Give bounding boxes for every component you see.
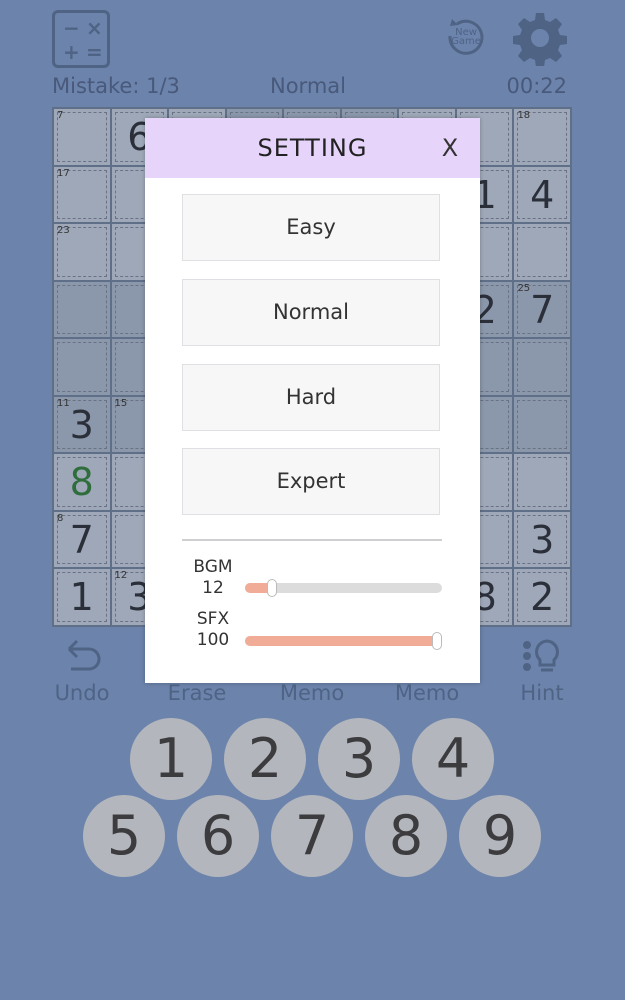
- easy-button[interactable]: Easy: [182, 194, 440, 261]
- number-button-7[interactable]: 7: [271, 795, 353, 877]
- mistake-counter: Mistake: 1/3: [52, 74, 180, 98]
- sfx-label: SFX: [196, 609, 230, 629]
- dialog-title: SETTING: [257, 134, 368, 162]
- number-button-1[interactable]: 1: [130, 718, 212, 800]
- top-bar: − × + = New Game Mistake: 1/3 Normal 00:2…: [0, 0, 625, 105]
- number-button-9[interactable]: 9: [459, 795, 541, 877]
- gear-icon[interactable]: [512, 10, 568, 67]
- dialog-divider: [182, 539, 442, 541]
- dialog-header: SETTING X: [145, 118, 480, 178]
- new-game-icon[interactable]: New Game: [442, 12, 490, 60]
- timer: 00:22: [506, 74, 567, 98]
- number-button-2[interactable]: 2: [224, 718, 306, 800]
- bgm-slider[interactable]: [245, 579, 442, 597]
- normal-button[interactable]: Normal: [182, 279, 440, 346]
- sfx-slider-fill: [245, 636, 437, 646]
- bgm-slider-thumb[interactable]: [267, 579, 278, 597]
- expert-button[interactable]: Expert: [182, 448, 440, 515]
- bgm-label: BGM: [193, 557, 233, 577]
- bgm-value: 12: [202, 578, 224, 598]
- difficulty-label: Normal: [270, 74, 346, 98]
- settings-dialog: SETTING X Easy Normal Hard Expert BGM 12…: [145, 118, 480, 683]
- number-button-8[interactable]: 8: [365, 795, 447, 877]
- sfx-value: 100: [196, 630, 230, 650]
- sfx-slider-thumb[interactable]: [432, 632, 442, 650]
- hard-button[interactable]: Hard: [182, 364, 440, 431]
- number-button-5[interactable]: 5: [83, 795, 165, 877]
- close-button[interactable]: X: [434, 132, 466, 164]
- number-button-6[interactable]: 6: [177, 795, 259, 877]
- number-button-3[interactable]: 3: [318, 718, 400, 800]
- sfx-slider[interactable]: [245, 632, 442, 650]
- new-game-label: New Game: [451, 27, 481, 47]
- number-button-4[interactable]: 4: [412, 718, 494, 800]
- calculator-icon[interactable]: − × + =: [52, 10, 110, 68]
